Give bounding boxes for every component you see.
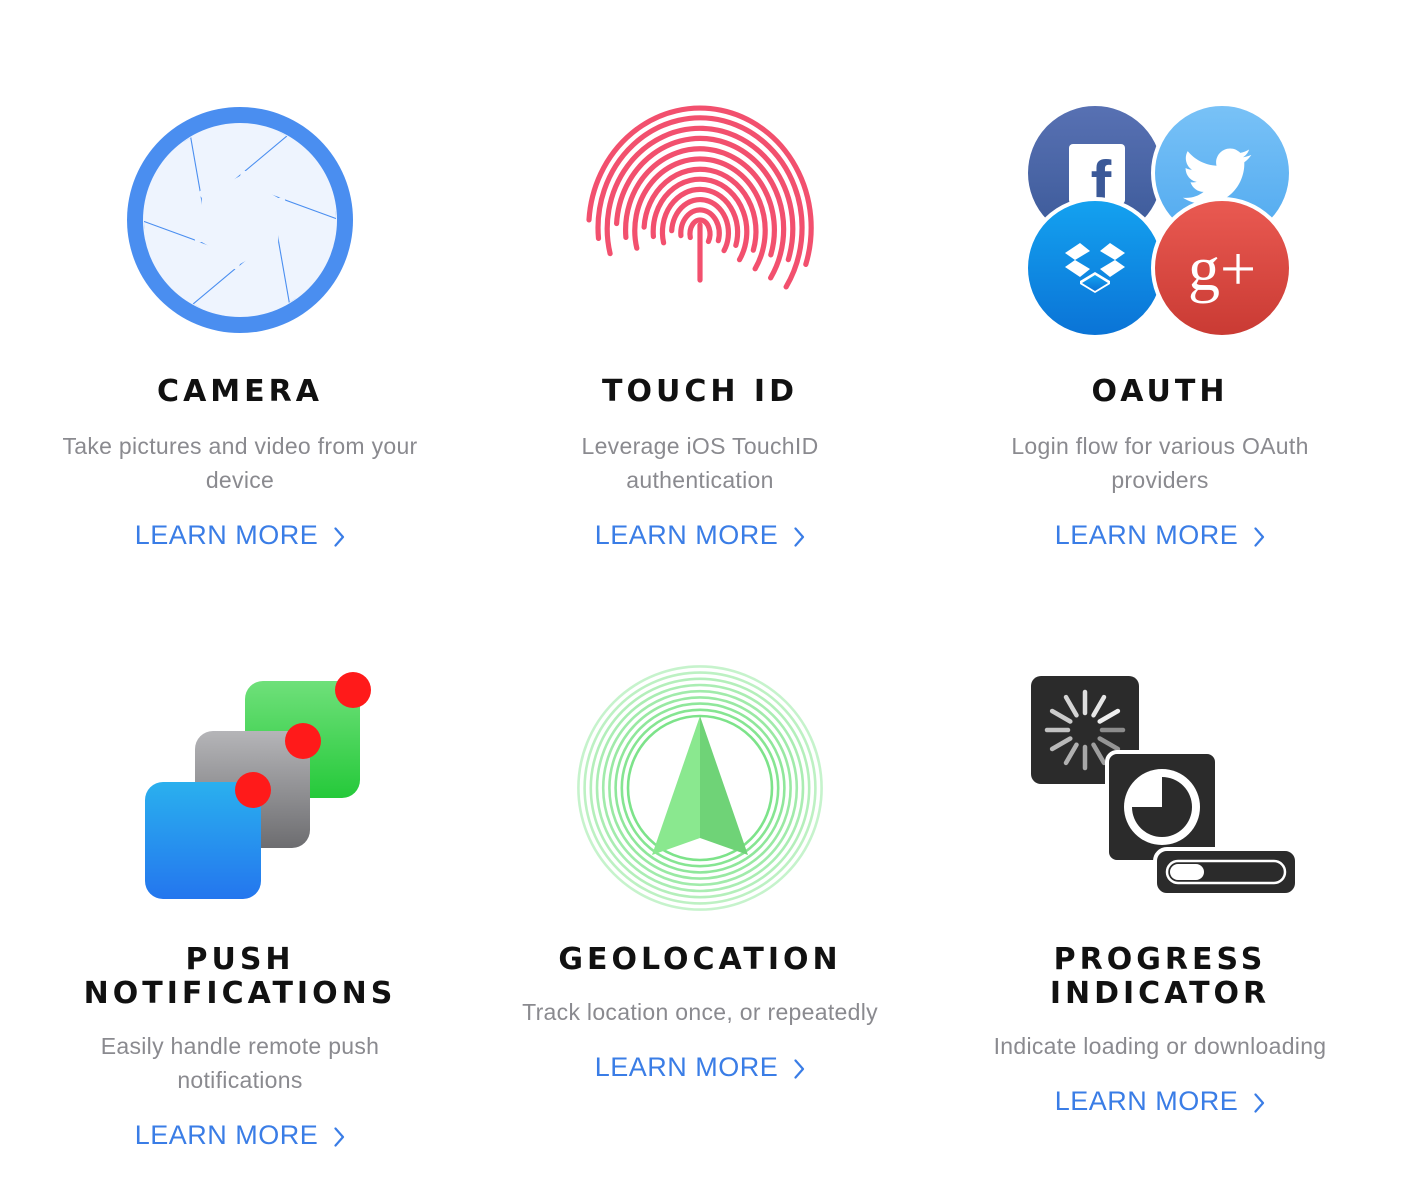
learn-more-label: LEARN MORE	[134, 1120, 319, 1150]
learn-more-link[interactable]: LEARN MORE	[950, 1086, 1370, 1117]
learn-more-link[interactable]: LEARN MORE	[490, 1052, 910, 1083]
feature-title-line: PUSH	[185, 942, 295, 977]
feature-description: Login flow for various OAuth providers	[1011, 433, 1309, 493]
feature-title: GEOLOCATION	[558, 942, 842, 977]
feature-title: TOUCH ID	[602, 374, 798, 409]
learn-more-link[interactable]: LEARN MORE	[30, 1120, 450, 1151]
notification-badge	[285, 723, 321, 759]
feature-description: Track location once, or repeatedly	[522, 999, 878, 1025]
learn-more-label: LEARN MORE	[594, 520, 779, 550]
feature-description: Indicate loading or downloading	[993, 1033, 1327, 1059]
learn-more-label: LEARN MORE	[1054, 520, 1239, 550]
chevron-right-icon	[334, 1126, 345, 1147]
learn-more-link[interactable]: LEARN MORE	[30, 520, 450, 551]
progress-indicator-icon	[1031, 676, 1299, 897]
learn-more-label: LEARN MORE	[1054, 1086, 1239, 1116]
feature-description: Easily handle remote push notifications	[100, 1033, 380, 1093]
fingerprint-icon	[586, 105, 814, 290]
feature-description: Leverage iOS TouchID authentication	[581, 433, 819, 493]
learn-more-link[interactable]: LEARN MORE	[490, 520, 910, 551]
svg-text:g+: g+	[1188, 233, 1256, 304]
chevron-right-icon	[1254, 526, 1265, 547]
feature-title: CAMERA	[157, 374, 323, 409]
googleplus-icon: g+	[1151, 197, 1293, 339]
oauth-providers-icon: f g+	[1024, 102, 1293, 339]
learn-more-label: LEARN MORE	[134, 520, 319, 550]
chevron-right-icon	[794, 1058, 805, 1079]
feature-description: Take pictures and video from your device	[62, 433, 418, 493]
chevron-right-icon	[1254, 1092, 1265, 1113]
dropbox-icon	[1024, 197, 1166, 339]
feature-title-line: PROGRESS	[1053, 942, 1267, 977]
feature-title-line: INDICATOR	[1049, 976, 1271, 1011]
feature-title-line: NOTIFICATIONS	[83, 976, 397, 1011]
chevron-right-icon	[334, 526, 345, 547]
feature-geolocation: GEOLOCATION Track location once, or repe…	[490, 665, 910, 1098]
feature-title: PROGRESS INDICATOR	[950, 943, 1370, 1011]
learn-more-link[interactable]: LEARN MORE	[950, 520, 1370, 551]
learn-more-label: LEARN MORE	[594, 1052, 779, 1082]
feature-progress-indicator: PROGRESS INDICATOR Indicate loading or d…	[950, 668, 1370, 1138]
notification-badge	[335, 672, 371, 708]
feature-title: PUSH NOTIFICATIONS	[30, 943, 450, 1011]
chevron-right-icon	[794, 526, 805, 547]
notification-badge	[235, 772, 271, 808]
feature-title: OAUTH	[1091, 374, 1229, 409]
camera-aperture-icon	[127, 107, 353, 333]
feature-oauth: f g+ OAUTH Login flow for various OAuth …	[950, 100, 1370, 570]
feature-camera: CAMERA Take pictures and video from your…	[30, 100, 450, 570]
feature-touch-id: TOUCH ID Leverage iOS TouchID authentica…	[490, 100, 910, 570]
geolocation-arrow-icon	[577, 665, 823, 911]
push-notifications-icon	[145, 672, 371, 899]
feature-push-notifications: PUSH NOTIFICATIONS Easily handle remote …	[30, 668, 450, 1168]
